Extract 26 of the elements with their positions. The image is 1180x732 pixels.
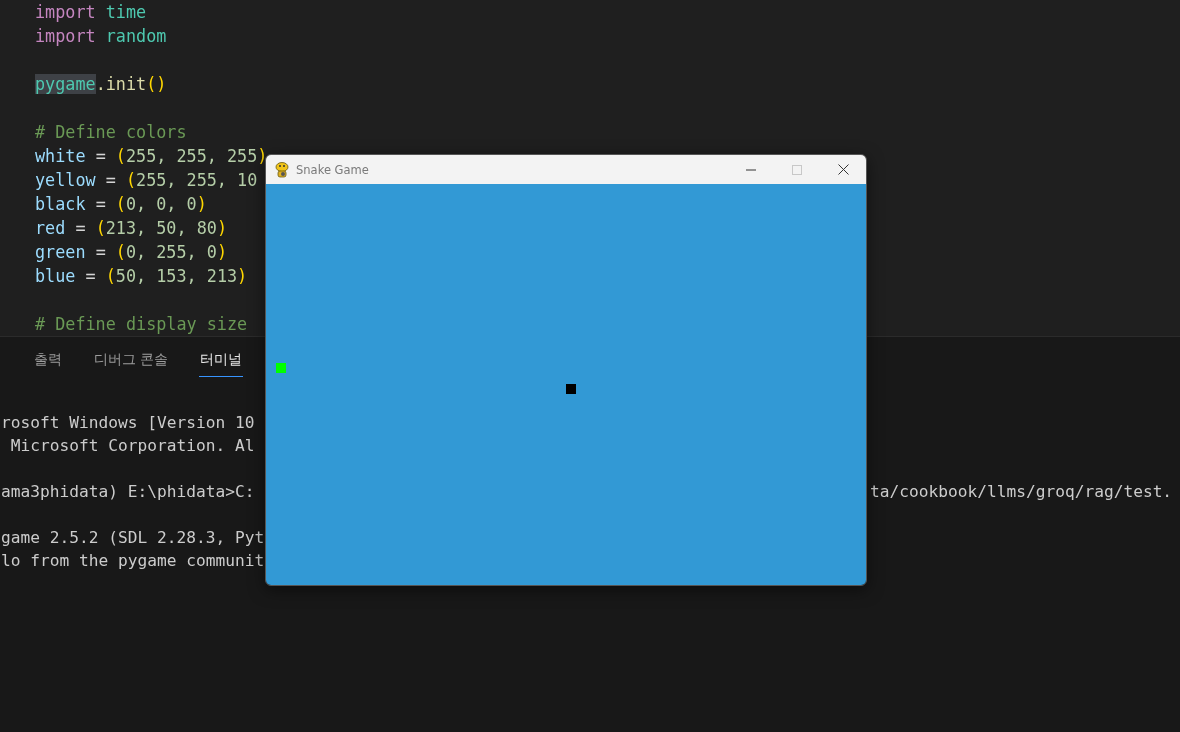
- terminal-line: rosoft Windows [Version 10: [0, 413, 255, 432]
- maximize-icon: [792, 164, 802, 175]
- food-block: [566, 384, 576, 394]
- terminal-line: ta/cookbook/llms/groq/rag/test.: [870, 481, 1173, 503]
- code-line: # Define display size: [35, 314, 248, 334]
- terminal-line: Microsoft Corporation. Al: [9, 436, 255, 455]
- code-line: import random: [35, 26, 167, 46]
- code-line: white = (255, 255, 255): [35, 146, 268, 166]
- panel-tab[interactable]: 출력: [33, 347, 63, 377]
- window-title: Snake Game: [296, 162, 369, 177]
- close-icon: [837, 164, 849, 175]
- snake-block: [276, 363, 286, 373]
- panel-tab[interactable]: 터미널: [199, 347, 244, 377]
- code-line: red = (213, 50, 80): [35, 218, 227, 238]
- code-line: yellow = (255, 255, 10: [35, 170, 258, 190]
- code-line: pygame.init(): [35, 74, 167, 94]
- code-line: import time: [35, 2, 147, 22]
- code-line: black = (0, 0, 0): [35, 194, 207, 214]
- code-line: # Define colors: [35, 122, 187, 142]
- terminal-line: lo from the pygame communit: [0, 551, 265, 570]
- terminal-line: ama3phidata) E:\phidata>C:: [0, 482, 255, 501]
- snake-icon: [275, 161, 289, 178]
- terminal-line: game 2.5.2 (SDL 2.28.3, Pyt: [0, 528, 265, 547]
- panel-tab[interactable]: 디버그 콘솔: [93, 347, 170, 377]
- code-line: blue = (50, 153, 213): [35, 266, 248, 286]
- code-line: green = (0, 255, 0): [35, 242, 227, 262]
